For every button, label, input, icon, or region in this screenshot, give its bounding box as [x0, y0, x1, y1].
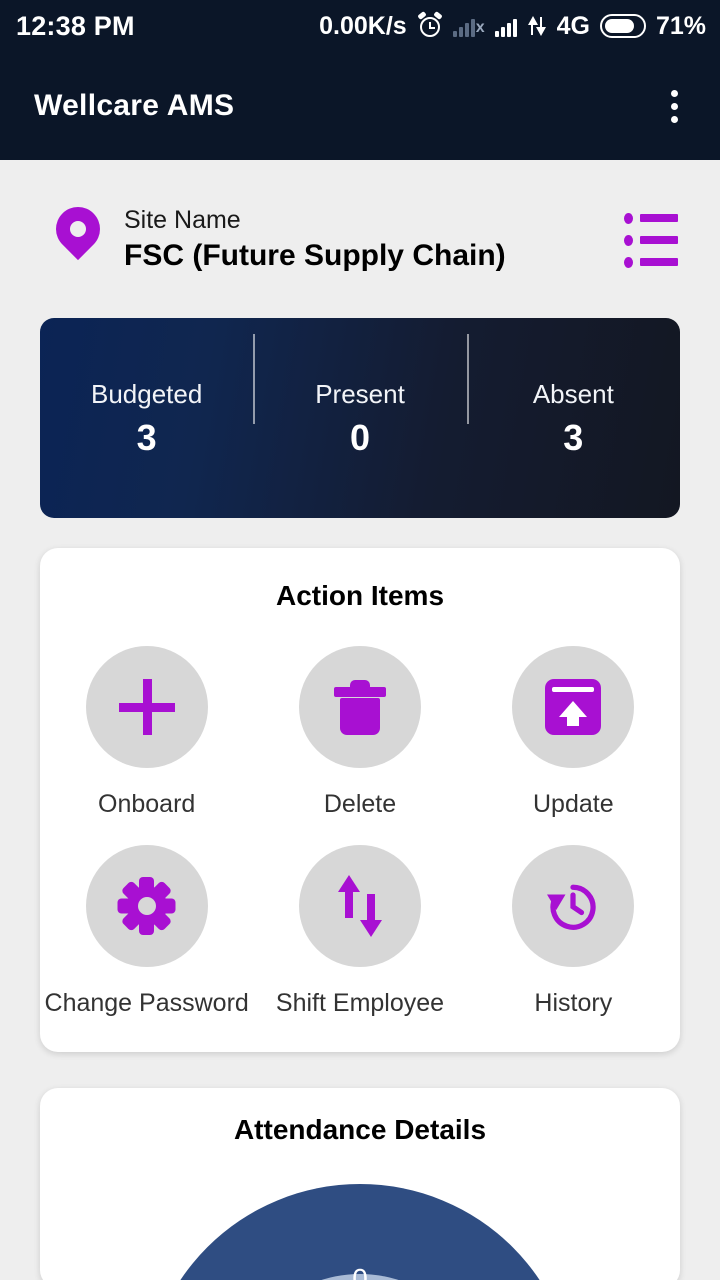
- action-item-label: Change Password: [44, 989, 249, 1017]
- action-items-row: Change Password Shift Employee History: [40, 845, 680, 1018]
- action-items-row: Onboard Delete Update: [40, 646, 680, 819]
- action-item-label: Onboard: [98, 790, 196, 818]
- stat-absent[interactable]: Absent 3: [466, 333, 680, 458]
- stat-value: 3: [563, 416, 584, 458]
- location-pin-icon: [46, 197, 110, 275]
- signal-no-service-icon: x: [452, 15, 485, 37]
- data-transfer-icon: [527, 14, 547, 38]
- action-item-onboard[interactable]: Onboard: [40, 646, 253, 819]
- attendance-details-card: Attendance Details 0 Present: [40, 1088, 680, 1280]
- alarm-clock-icon: [416, 11, 443, 39]
- action-items-grid: Onboard Delete Update Change Password Sh…: [40, 646, 680, 1018]
- action-item-label: Shift Employee: [275, 989, 445, 1017]
- action-item-history[interactable]: History: [467, 845, 680, 1018]
- summary-stats-card: Budgeted 3 Present 0 Absent 3: [40, 318, 680, 518]
- action-item-label: History: [534, 989, 613, 1017]
- action-item-update[interactable]: Update: [467, 646, 680, 819]
- action-icon-circle: [298, 646, 421, 768]
- pie-inner-ring: [234, 1274, 486, 1280]
- site-name-value: FSC (Future Supply Chain): [124, 239, 506, 273]
- signal-full-icon: [494, 15, 517, 37]
- plus-icon: [118, 679, 175, 735]
- action-icon-circle: [512, 845, 635, 967]
- app-screen: 12:38 PM 0.00K/s x 4G 71% Wellcare AMS S…: [0, 0, 720, 1280]
- action-icon-circle: [298, 845, 421, 967]
- action-icon-circle: [85, 845, 208, 967]
- action-items-card: Action Items Onboard Delete Update Chang…: [40, 548, 680, 1052]
- network-speed-text: 0.00K/s: [319, 11, 407, 40]
- attendance-details-title: Attendance Details: [233, 1114, 487, 1145]
- action-item-delete[interactable]: Delete: [253, 646, 466, 819]
- stat-label: Absent: [532, 378, 614, 409]
- action-item-label: Update: [533, 790, 614, 818]
- app-bar: Wellcare AMS: [0, 52, 720, 160]
- trash-icon: [332, 677, 388, 737]
- battery-icon: [599, 14, 646, 38]
- status-bar-indicators: 0.00K/s x 4G 71%: [319, 11, 706, 41]
- stat-budgeted[interactable]: Budgeted 3: [40, 379, 253, 458]
- history-clock-icon: [547, 884, 596, 930]
- action-icon-circle: [85, 646, 208, 768]
- action-item-label: Delete: [323, 790, 397, 818]
- stat-label: Budgeted: [91, 378, 203, 409]
- action-icon-circle: [512, 646, 635, 768]
- sim-x-badge: x: [475, 19, 485, 36]
- action-item-shift-employee[interactable]: Shift Employee: [253, 845, 466, 1018]
- arrows-up-down-icon: [332, 875, 388, 937]
- attendance-pie-chart[interactable]: 0 Present: [40, 1184, 680, 1280]
- site-name-label: Site Name: [124, 205, 241, 234]
- gear-icon: [117, 877, 176, 935]
- status-bar: 12:38 PM 0.00K/s x 4G 71%: [0, 0, 720, 52]
- site-text: Site Name FSC (Future Supply Chain): [124, 205, 506, 275]
- action-item-change-password[interactable]: Change Password: [40, 845, 253, 1018]
- stat-present[interactable]: Present 0: [253, 333, 466, 458]
- stat-value: 3: [136, 416, 157, 458]
- stat-label: Present: [315, 378, 405, 409]
- more-vertical-icon[interactable]: [652, 82, 696, 130]
- pie-slice-present: 0 Present: [144, 1184, 576, 1280]
- stat-value: 0: [349, 416, 370, 458]
- site-row: Site Name FSC (Future Supply Chain): [0, 160, 720, 280]
- status-bar-time: 12:38 PM: [16, 10, 135, 41]
- unarchive-upload-icon: [545, 679, 602, 735]
- battery-percent-text: 71%: [655, 11, 706, 40]
- action-items-title: Action Items: [275, 580, 445, 611]
- bulleted-list-icon[interactable]: [624, 212, 680, 268]
- network-type-text: 4G: [556, 11, 590, 40]
- app-title: Wellcare AMS: [34, 89, 235, 122]
